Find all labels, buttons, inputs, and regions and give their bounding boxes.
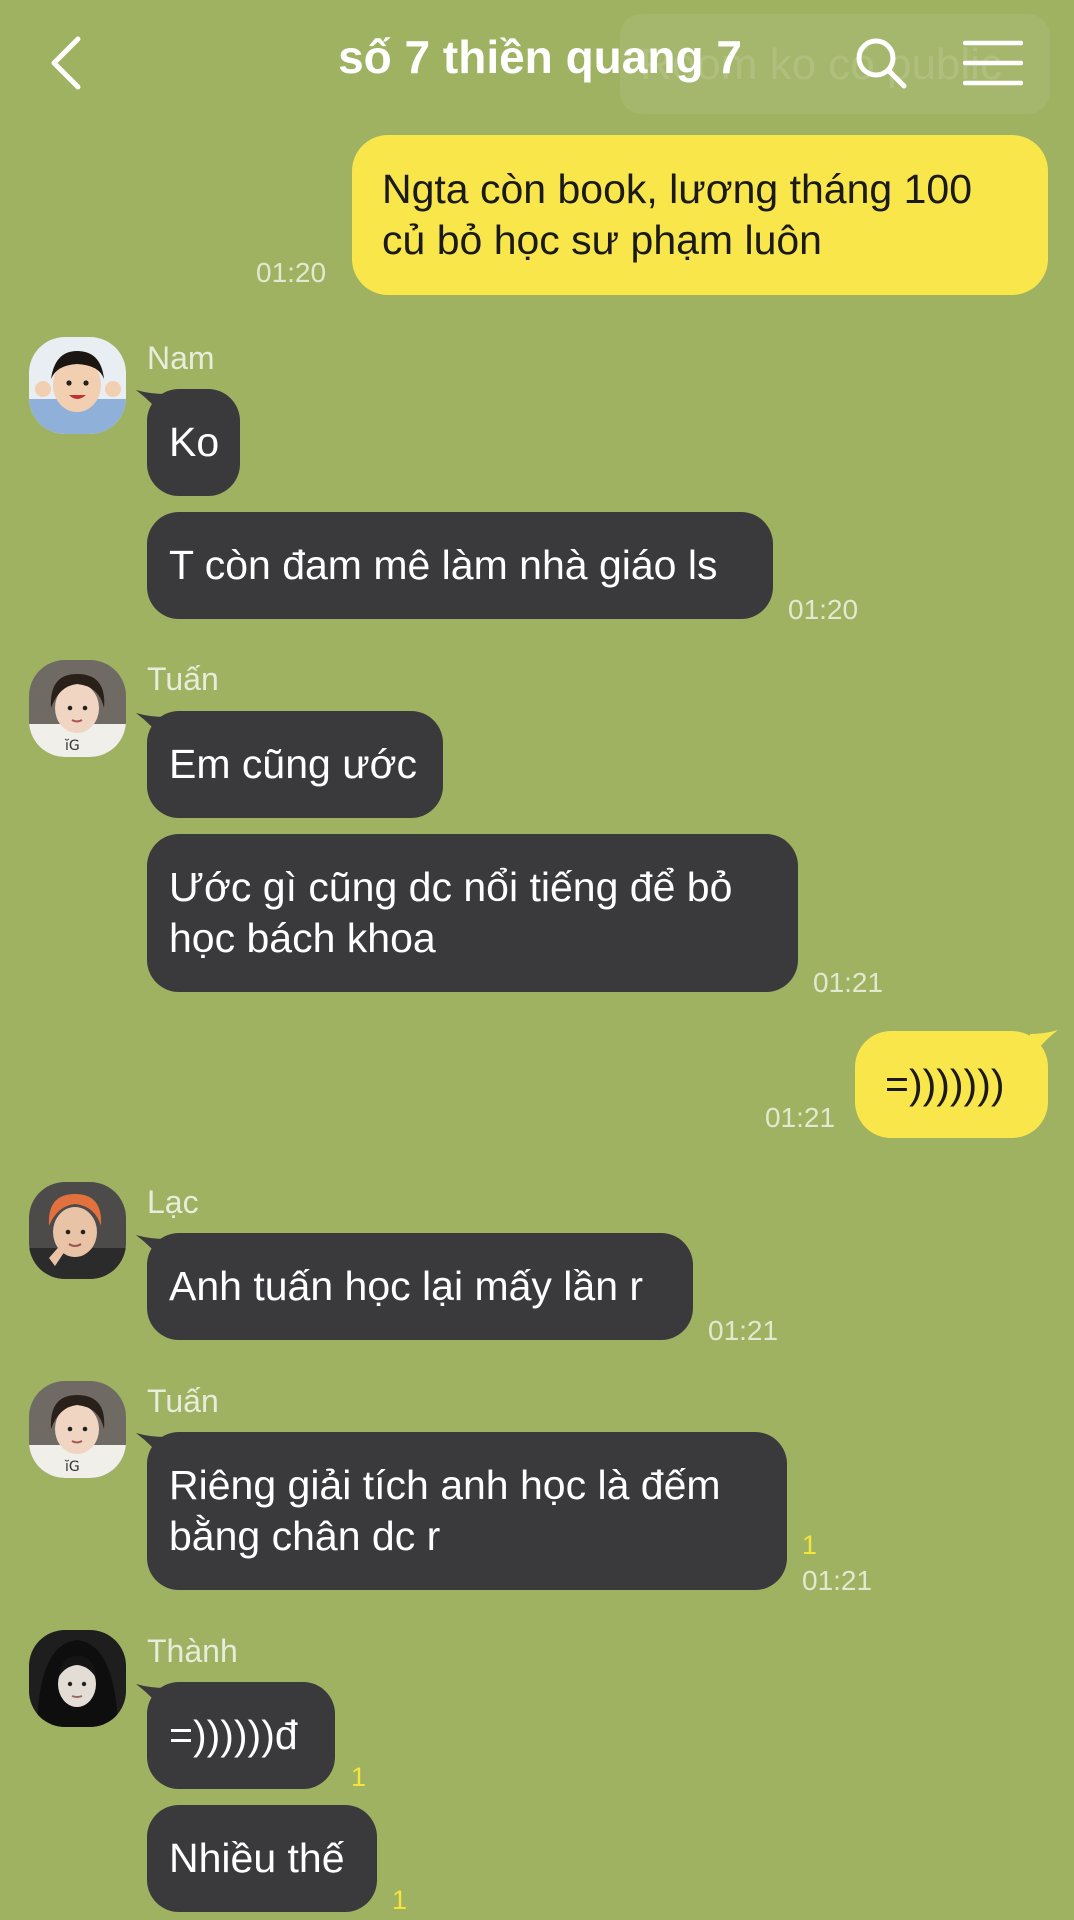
back-button[interactable] (36, 28, 96, 98)
search-icon (856, 38, 907, 89)
sender-name: Thành (147, 1633, 238, 1669)
message-bubble-incoming[interactable]: Ước gì cũng dc nổi tiếng để bỏ học bách … (147, 834, 798, 992)
message-timestamp: 01:21 (708, 1315, 779, 1346)
avatar-tuan[interactable]: ĭG (29, 1381, 126, 1478)
message-bubble-outgoing[interactable]: Ngta còn book, lương tháng 100 củ bỏ học… (352, 135, 1048, 295)
menu-button[interactable] (958, 28, 1028, 98)
unread-count: 1 (802, 1530, 818, 1560)
sender-name: Nam (147, 340, 215, 376)
message-bubble-incoming[interactable]: Anh tuấn học lại mấy lần r (147, 1233, 693, 1340)
message-bubble-incoming[interactable]: Riêng giải tích anh học là đếm bằng chân… (147, 1432, 787, 1590)
unread-count: 1 (392, 1885, 408, 1915)
message-bubble-incoming[interactable]: Nhiều thế (147, 1805, 377, 1912)
avatar-thanh[interactable] (29, 1630, 126, 1727)
chevron-left-icon (51, 36, 81, 90)
message-bubble-incoming[interactable]: T còn đam mê làm nhà giáo ls (147, 512, 773, 619)
svg-text:ĭG: ĭG (64, 738, 80, 754)
sender-name: Tuấn (147, 661, 219, 697)
message-timestamp: 01:21 (813, 967, 884, 998)
search-button[interactable] (846, 28, 916, 98)
message-bubble-incoming[interactable]: =))))))đ (147, 1682, 335, 1789)
hamburger-menu-icon (963, 40, 1023, 86)
chat-title: số 7 thiền quang 7 (338, 31, 742, 83)
sender-name: Tuấn (147, 1383, 219, 1419)
message-timestamp: 01:20 (788, 594, 859, 625)
message-bubble-outgoing[interactable]: =))))))) (855, 1031, 1048, 1138)
sender-name: Lạc (147, 1184, 199, 1220)
message-timestamp: 01:21 (765, 1102, 836, 1133)
message-bubble-incoming[interactable]: Ko (147, 389, 240, 496)
avatar-tuan[interactable]: ĭG (29, 660, 126, 757)
unread-count: 1 (351, 1762, 367, 1792)
svg-text:ĭG: ĭG (64, 1459, 80, 1475)
message-bubble-incoming[interactable]: Em cũng ước (147, 711, 443, 818)
message-timestamp: 01:20 (256, 257, 327, 288)
message-timestamp: 01:21 (802, 1565, 873, 1596)
avatar-nam[interactable] (29, 337, 126, 434)
avatar-lac[interactable] (29, 1182, 126, 1279)
